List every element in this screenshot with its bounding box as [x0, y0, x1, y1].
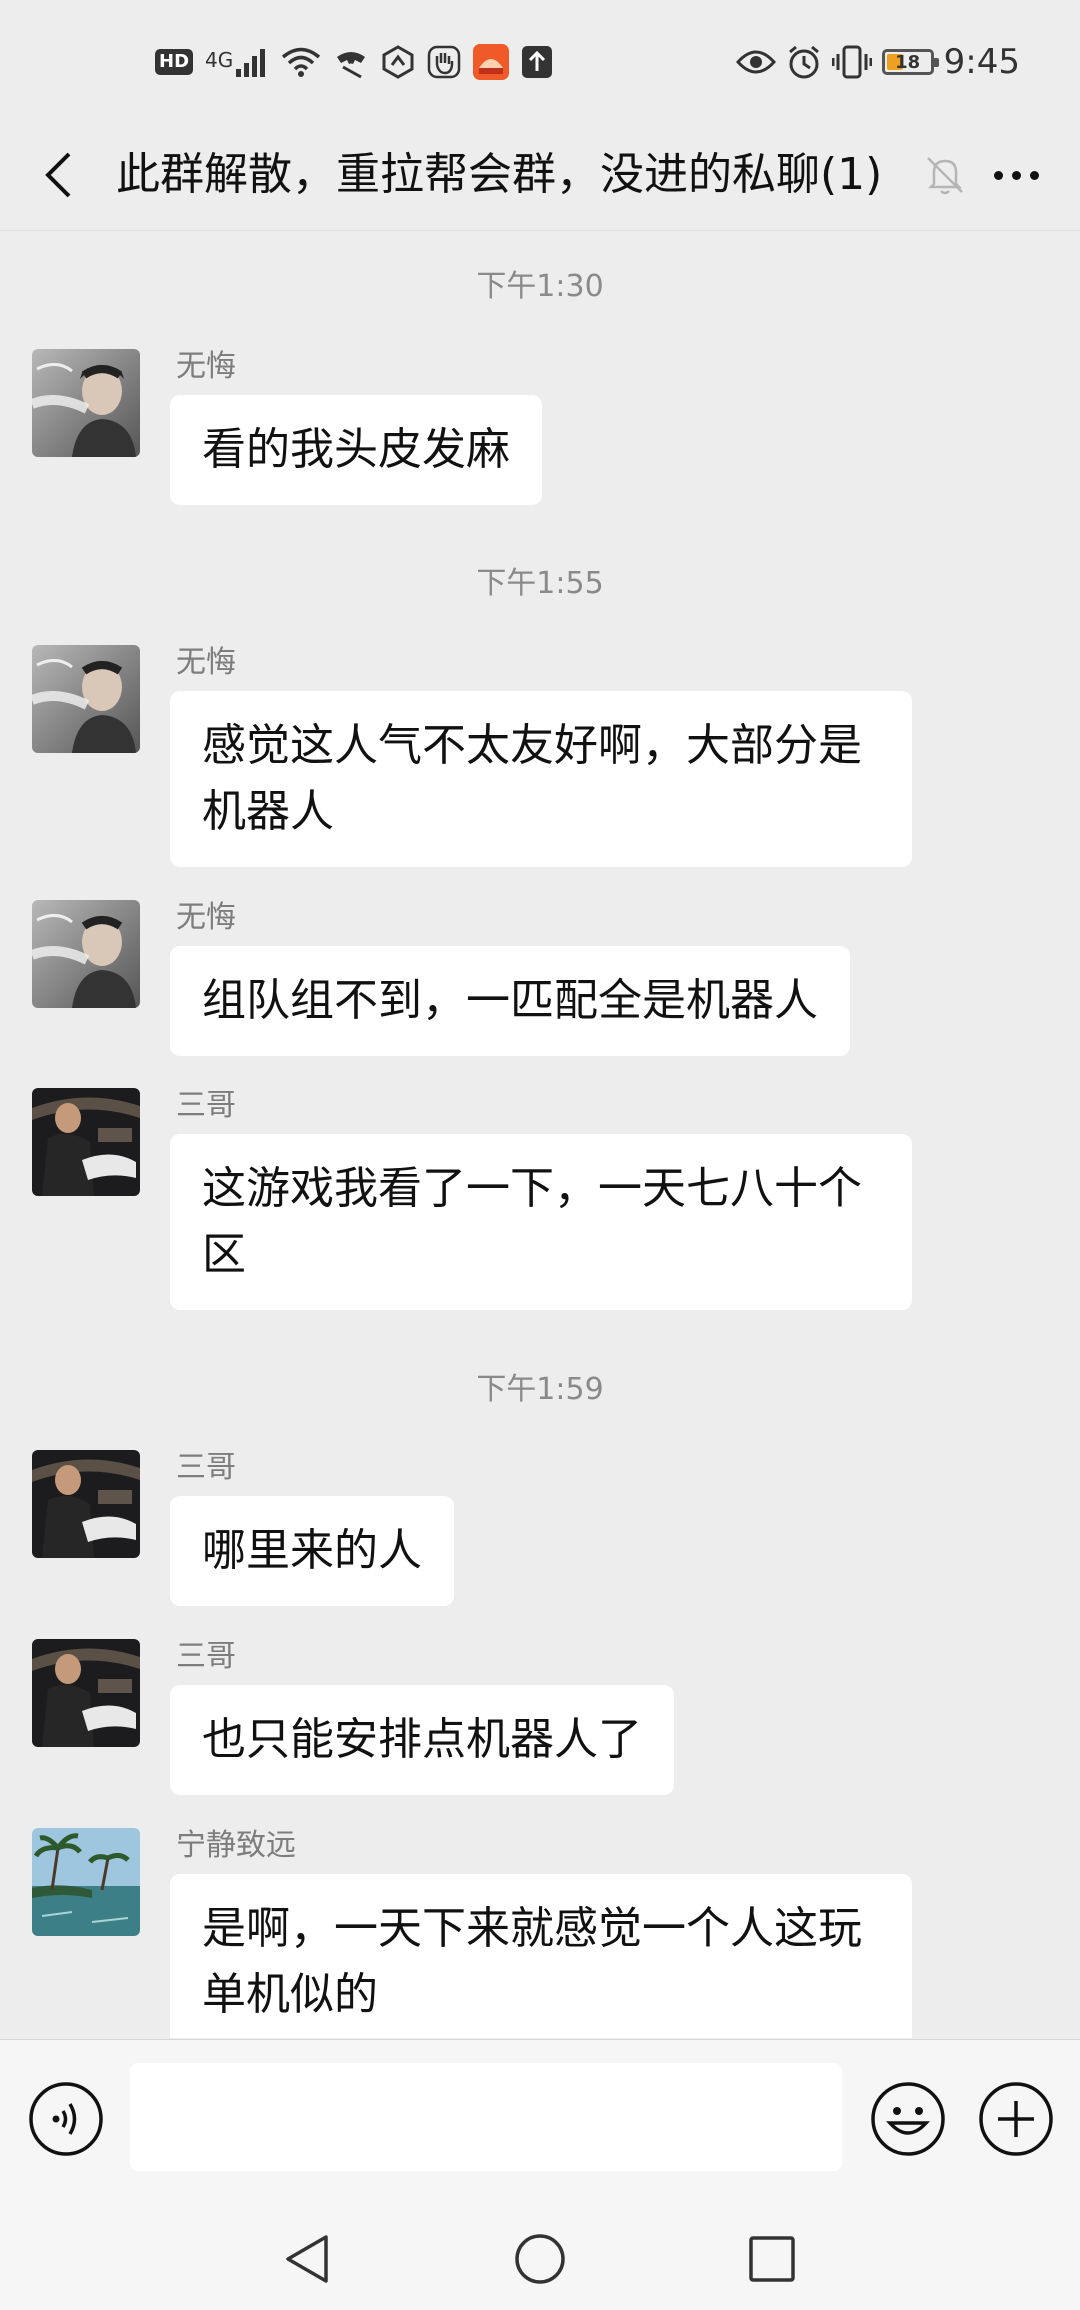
status-icons-left: HD 4G [155, 42, 553, 82]
network-label: 4G [205, 48, 234, 72]
alarm-icon [788, 45, 819, 79]
bell-off-icon [927, 157, 963, 195]
hand-icon [428, 45, 461, 79]
avatar[interactable] [32, 1639, 140, 1747]
message-bubble[interactable]: 看的我头皮发麻 [170, 395, 542, 505]
message-bubble[interactable]: 哪里来的人 [170, 1496, 454, 1606]
chat-header: 此群解散，重拉帮会群，没进的私聊(1) [0, 120, 1080, 231]
nav-home-icon[interactable] [512, 2231, 568, 2287]
status-icons-right: 18 9:45 [735, 40, 1020, 84]
sender-name: 三哥 [176, 1088, 236, 1123]
message-bubble[interactable]: 感觉这人气不太友好啊，大部分是机器人 [170, 691, 912, 867]
more-button[interactable] [976, 150, 1056, 200]
more-dot [1029, 170, 1039, 180]
sender-name: 无悔 [176, 645, 236, 680]
nav-back-icon[interactable] [280, 2231, 336, 2287]
sender-name: 无悔 [176, 900, 236, 935]
hexagon-app-icon [382, 45, 414, 79]
system-nav-bar [0, 2201, 1080, 2310]
message-bubble[interactable]: 也只能安排点机器人了 [170, 1685, 674, 1795]
avatar[interactable] [32, 645, 140, 753]
red-app-icon [473, 44, 510, 80]
more-dot [1011, 170, 1021, 180]
hd-badge: HD [155, 49, 194, 75]
avatar[interactable] [32, 1088, 140, 1196]
chat-messages[interactable]: 下午1:30 无悔 看的我头皮发麻 下午1:55 无悔 感觉这人气不太友好啊，大… [0, 231, 1080, 2038]
avatar[interactable] [32, 349, 140, 457]
status-bar: HD 4G 18 9:45 [0, 0, 1080, 120]
back-button[interactable] [28, 142, 88, 208]
upload-icon [522, 46, 553, 78]
chevron-left-icon [45, 152, 71, 198]
battery-level: 18 [895, 51, 921, 73]
message-bubble[interactable]: 组队组不到，一匹配全是机器人 [170, 946, 850, 1056]
sender-name: 宁静致远 [176, 1828, 296, 1863]
sender-name: 无悔 [176, 349, 236, 384]
timestamp: 下午1:55 [476, 566, 604, 601]
emoji-icon[interactable] [870, 2081, 946, 2157]
avatar[interactable] [32, 900, 140, 1008]
battery-indicator: 18 [881, 49, 939, 75]
voice-icon[interactable] [28, 2081, 104, 2157]
sender-name: 三哥 [176, 1450, 236, 1485]
eye-icon [735, 50, 776, 74]
message-bubble[interactable]: 是啊，一天下来就感觉一个人这玩单机似的 [170, 1874, 912, 2038]
more-dots-icon [993, 170, 1003, 180]
avatar[interactable] [32, 1450, 140, 1558]
message-bubble[interactable]: 这游戏我看了一下，一天七八十个区 [170, 1134, 912, 1310]
timestamp: 下午1:59 [476, 1372, 604, 1407]
chat-title: 此群解散，重拉帮会群，没进的私聊(1) [116, 149, 883, 200]
sender-name: 三哥 [176, 1639, 236, 1674]
plus-icon[interactable] [978, 2081, 1054, 2157]
signal-icon [236, 49, 266, 77]
call-blocked-icon [337, 52, 366, 79]
timestamp: 下午1:30 [476, 269, 604, 304]
clock: 9:45 [943, 42, 1020, 82]
vibrate-icon [831, 45, 872, 79]
avatar[interactable] [32, 1828, 140, 1936]
nav-recent-icon[interactable] [744, 2231, 800, 2287]
message-input[interactable] [130, 2063, 842, 2171]
wifi-icon [282, 47, 321, 77]
input-bar [0, 2039, 1080, 2202]
